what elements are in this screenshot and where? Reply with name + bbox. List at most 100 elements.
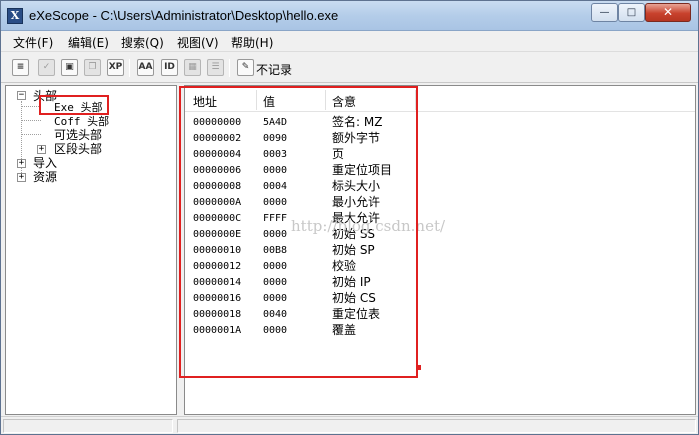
- table-row[interactable]: 0000001A 0000 覆盖: [185, 323, 695, 339]
- copy-icon: ❐: [88, 62, 97, 72]
- menu-file[interactable]: 文件(F): [13, 34, 53, 51]
- table-row[interactable]: 00000018 0040 重定位表: [185, 307, 695, 323]
- table-row[interactable]: 00000000 5A4D 签名: MZ: [185, 115, 695, 131]
- address-cell: 0000000A: [193, 197, 242, 208]
- meaning-cell: 最小允许: [332, 195, 381, 209]
- menu-button[interactable]: ☰: [207, 59, 224, 76]
- column-divider[interactable]: [325, 90, 326, 110]
- collapse-icon[interactable]: −: [17, 91, 26, 100]
- table-row[interactable]: 0000000E 0000 初始 SS: [185, 227, 695, 243]
- value-cell: 0000: [263, 261, 288, 272]
- save-button[interactable]: ▣: [61, 59, 78, 76]
- expand-icon[interactable]: +: [37, 145, 46, 154]
- menu-bar: 文件(F) 编辑(E) 搜索(Q) 视图(V) 帮助(H): [1, 32, 698, 52]
- meaning-cell: 标头大小: [332, 179, 381, 193]
- address-cell: 00000004: [193, 149, 242, 160]
- detail-list-pane[interactable]: 地址 值 含意 00000000 5A4D 签名: MZ 00000002 0090 额外…: [184, 85, 696, 415]
- xp-icon: XP: [108, 62, 123, 72]
- value-cell: 0090: [263, 133, 288, 144]
- address-cell: 00000006: [193, 165, 242, 176]
- title-bar[interactable]: X eXeScope - C:\Users\Administrator\Desk…: [1, 1, 698, 31]
- dialog-button[interactable]: ID: [161, 59, 178, 76]
- address-cell: 0000000E: [193, 229, 242, 240]
- record-button[interactable]: ✎: [237, 59, 254, 76]
- value-cell: 0000: [263, 277, 288, 288]
- meaning-cell: 最大允许: [332, 211, 381, 225]
- tree-guide-line: [21, 134, 41, 135]
- image-button[interactable]: ▦: [184, 59, 201, 76]
- status-bar: [1, 416, 698, 434]
- table-row[interactable]: 00000010 00B8 初始 SP: [185, 243, 695, 259]
- close-button[interactable]: ✕: [645, 3, 691, 22]
- tree-guide-line: [21, 120, 41, 121]
- column-divider[interactable]: [415, 90, 416, 110]
- new-file-icon: ≡: [16, 62, 25, 72]
- table-row[interactable]: 00000012 0000 校验: [185, 259, 695, 275]
- xp-button[interactable]: XP: [107, 59, 124, 76]
- table-row[interactable]: 0000000C FFFF 最大允许: [185, 211, 695, 227]
- tree-item-imports[interactable]: 导入: [33, 156, 57, 170]
- tree-item-exe-header[interactable]: Exe 头部: [54, 100, 103, 114]
- table-row[interactable]: 00000004 0003 页: [185, 147, 695, 163]
- value-cell: 5A4D: [263, 117, 288, 128]
- meaning-cell: 额外字节: [332, 131, 381, 145]
- exescope-app-icon[interactable]: X: [7, 8, 23, 24]
- value-cell: 0000: [263, 197, 288, 208]
- column-header-address[interactable]: 地址: [193, 93, 217, 110]
- dialog-icon: ID: [164, 62, 175, 72]
- save-icon: ▣: [65, 62, 74, 72]
- table-row[interactable]: 00000016 0000 初始 CS: [185, 291, 695, 307]
- value-cell: 00B8: [263, 245, 288, 256]
- tree-pane[interactable]: − 头部 Exe 头部 Coff 头部 可选头部 + 区段头部 + 导入 + 资…: [5, 85, 177, 415]
- value-cell: 0003: [263, 149, 288, 160]
- table-row[interactable]: 00000014 0000 初始 IP: [185, 275, 695, 291]
- address-cell: 00000010: [193, 245, 242, 256]
- pane-splitter[interactable]: [178, 85, 183, 415]
- address-cell: 00000018: [193, 309, 242, 320]
- minimize-button[interactable]: —: [591, 3, 618, 22]
- list-body: 00000000 5A4D 签名: MZ 00000002 0090 额外字节 000000…: [185, 115, 695, 339]
- address-cell: 00000016: [193, 293, 242, 304]
- expand-icon[interactable]: +: [17, 173, 26, 182]
- menu-edit[interactable]: 编辑(E): [68, 34, 109, 51]
- address-cell: 00000014: [193, 277, 242, 288]
- column-header-meaning[interactable]: 含意: [332, 93, 356, 110]
- tree-item-resources[interactable]: 资源: [33, 170, 57, 184]
- menu-icon: ☰: [211, 62, 220, 72]
- toolbar-separator: [229, 59, 230, 77]
- maximize-button[interactable]: □: [618, 3, 645, 22]
- table-row[interactable]: 00000002 0090 额外字节: [185, 131, 695, 147]
- new-file-button[interactable]: ≡: [12, 59, 29, 76]
- address-cell: 00000012: [193, 261, 242, 272]
- menu-search[interactable]: 搜索(Q): [121, 34, 164, 51]
- menu-help[interactable]: 帮助(H): [231, 34, 273, 51]
- no-record-label[interactable]: 不记录: [256, 61, 292, 78]
- column-header-value[interactable]: 值: [263, 93, 275, 110]
- menu-view[interactable]: 视图(V): [177, 34, 219, 51]
- font-icon: AA: [138, 62, 153, 72]
- table-row[interactable]: 00000008 0004 标头大小: [185, 179, 695, 195]
- list-header: 地址 值 含意: [185, 88, 695, 112]
- check-icon: ✓: [42, 62, 51, 72]
- expand-icon[interactable]: +: [17, 159, 26, 168]
- tree-item-coff-header[interactable]: Coff 头部: [54, 114, 109, 128]
- meaning-cell: 初始 CS: [332, 291, 376, 305]
- column-divider[interactable]: [256, 90, 257, 110]
- check-button[interactable]: ✓: [38, 59, 55, 76]
- tree-item-optional-header[interactable]: 可选头部: [54, 128, 102, 142]
- status-panel: [3, 419, 173, 433]
- value-cell: 0000: [263, 293, 288, 304]
- tree-item-exe-header-label: Exe 头部: [54, 101, 103, 114]
- address-cell: 00000000: [193, 117, 242, 128]
- meaning-cell: 初始 SS: [332, 227, 376, 241]
- meaning-cell: 重定位项目: [332, 163, 393, 177]
- font-button[interactable]: AA: [137, 59, 154, 76]
- table-row[interactable]: 0000000A 0000 最小允许: [185, 195, 695, 211]
- table-row[interactable]: 00000006 0000 重定位项目: [185, 163, 695, 179]
- status-panel: [177, 419, 696, 433]
- meaning-cell: 重定位表: [332, 307, 381, 321]
- value-cell: 0000: [263, 165, 288, 176]
- tree-item-section-headers[interactable]: 区段头部: [54, 142, 102, 156]
- copy-button[interactable]: ❐: [84, 59, 101, 76]
- app-window: X eXeScope - C:\Users\Administrator\Desk…: [0, 0, 699, 435]
